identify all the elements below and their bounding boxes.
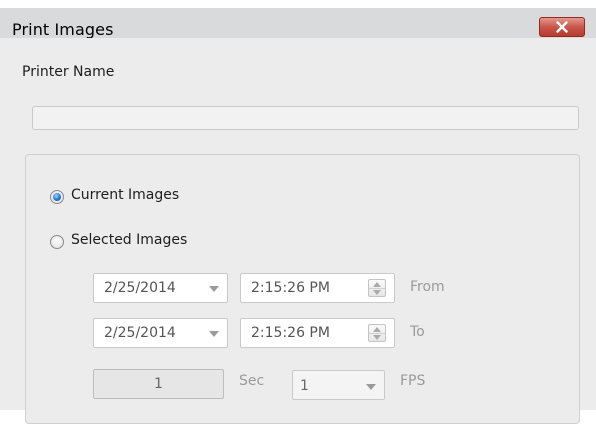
interval-seconds-value: 1 <box>154 376 163 392</box>
title-bar[interactable]: Print Images <box>0 0 596 39</box>
to-date-value: 2/25/2014 <box>104 325 176 341</box>
from-time-value: 2:15:26 PM <box>251 280 330 296</box>
radio-selected-dot <box>53 193 61 201</box>
fps-value: 1 <box>300 378 309 394</box>
current-images-label[interactable]: Current Images <box>71 187 179 203</box>
sec-label: Sec <box>239 373 265 389</box>
to-time-spinner[interactable] <box>368 324 386 342</box>
spinner-divider <box>369 288 385 289</box>
to-time-value: 2:15:26 PM <box>251 325 330 341</box>
from-time-input[interactable]: 2:15:26 PM <box>240 273 395 303</box>
printer-name-label: Printer Name <box>22 64 115 80</box>
print-images-dialog: Print Images Printer Name Current Images… <box>0 0 596 424</box>
from-time-spinner[interactable] <box>368 279 386 297</box>
close-icon <box>556 21 568 33</box>
spin-down-icon[interactable] <box>373 290 381 295</box>
to-date-dropdown[interactable]: 2/25/2014 <box>93 318 228 348</box>
fps-label: FPS <box>400 373 426 389</box>
spin-up-icon[interactable] <box>373 327 381 332</box>
current-images-radio[interactable] <box>50 190 64 204</box>
spinner-divider <box>369 333 385 334</box>
to-label: To <box>410 324 425 340</box>
selected-images-label[interactable]: Selected Images <box>71 232 187 248</box>
printer-name-field[interactable] <box>32 106 579 130</box>
chevron-down-icon[interactable] <box>366 384 376 390</box>
chevron-down-icon[interactable] <box>209 286 219 292</box>
chevron-down-icon[interactable] <box>209 331 219 337</box>
spin-down-icon[interactable] <box>373 335 381 340</box>
dialog-body: Printer Name Current Images Selected Ima… <box>0 38 596 424</box>
from-date-dropdown[interactable]: 2/25/2014 <box>93 273 228 303</box>
from-label: From <box>410 279 445 295</box>
selected-images-radio[interactable] <box>50 235 64 249</box>
close-button[interactable] <box>539 17 585 37</box>
spin-up-icon[interactable] <box>373 282 381 287</box>
interval-seconds-input[interactable]: 1 <box>93 369 224 399</box>
from-date-value: 2/25/2014 <box>104 280 176 296</box>
fps-dropdown[interactable]: 1 <box>292 370 385 400</box>
to-time-input[interactable]: 2:15:26 PM <box>240 318 395 348</box>
window-title: Print Images <box>12 20 114 39</box>
